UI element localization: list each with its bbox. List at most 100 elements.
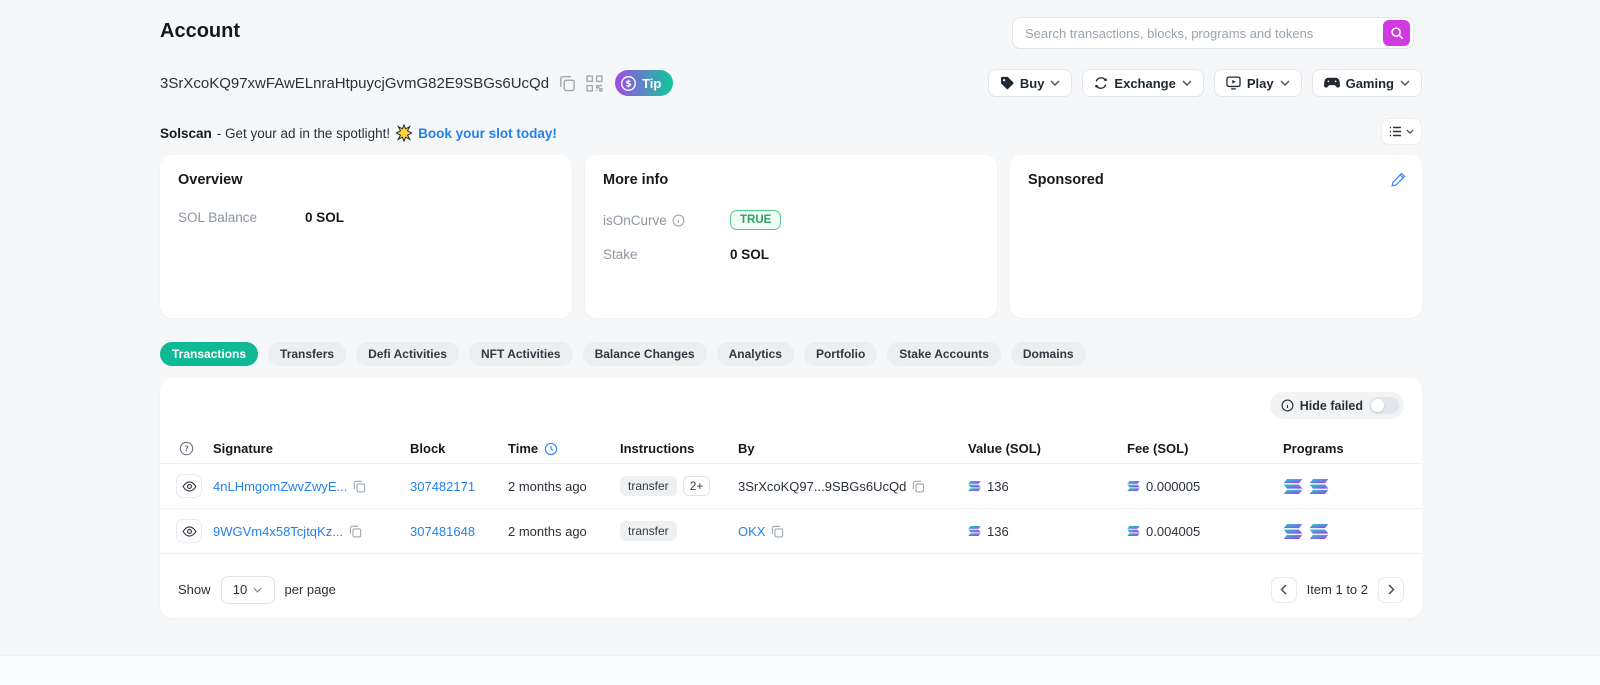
- more-info-title: More info: [603, 172, 979, 188]
- preview-eye-button[interactable]: [176, 519, 202, 543]
- edit-pencil-icon[interactable]: [1391, 172, 1406, 190]
- search-input[interactable]: [1013, 26, 1383, 41]
- isoncurve-label: isOnCurve: [603, 213, 667, 228]
- chevron-down-icon: [1050, 80, 1060, 86]
- tab-portfolio[interactable]: Portfolio: [804, 342, 877, 366]
- isoncurve-badge: TRUE: [730, 210, 781, 230]
- tab-transactions[interactable]: Transactions: [160, 342, 258, 366]
- block-link[interactable]: 307481648: [410, 524, 475, 539]
- qr-code-button[interactable]: [586, 75, 603, 92]
- by-address-link[interactable]: OKX: [738, 524, 765, 539]
- page-size-select[interactable]: 10: [221, 576, 275, 604]
- ad-banner: Solscan - Get your ad in the spotlight! …: [160, 124, 557, 142]
- ad-cta-link[interactable]: Book your slot today!: [418, 126, 557, 141]
- col-time[interactable]: Time: [508, 441, 620, 456]
- sol-balance-value: 0 SOL: [305, 210, 344, 225]
- instruction-badge: transfer: [620, 521, 677, 541]
- exchange-label: Exchange: [1114, 76, 1175, 91]
- signature-link[interactable]: 9WGVm4x58TcjtqKz...: [213, 524, 343, 539]
- search-button[interactable]: [1383, 20, 1410, 46]
- summary-cards: Overview SOL Balance 0 SOL More info isO…: [160, 155, 1422, 318]
- tab-transfers[interactable]: Transfers: [268, 342, 346, 366]
- exchange-arrows-icon: [1094, 76, 1108, 90]
- tab-analytics[interactable]: Analytics: [717, 342, 794, 366]
- ad-options-button[interactable]: [1381, 118, 1422, 145]
- tab-domains[interactable]: Domains: [1011, 342, 1086, 366]
- svg-text:$: $: [625, 79, 631, 89]
- col-programs: Programs: [1283, 441, 1422, 456]
- qr-code-icon: [586, 75, 603, 92]
- play-button[interactable]: Play: [1214, 69, 1302, 97]
- chevron-down-icon: [1400, 80, 1410, 86]
- gaming-button[interactable]: Gaming: [1312, 69, 1422, 97]
- preview-eye-button[interactable]: [176, 474, 202, 498]
- signature-link[interactable]: 4nLHmgomZwvZwyE...: [213, 479, 347, 494]
- more-info-card: More info isOnCurve TRUE Stake 0 SOL: [585, 155, 997, 318]
- copy-icon[interactable]: [349, 525, 362, 538]
- fee-amount: 0.000005: [1146, 479, 1200, 494]
- search-icon: [1390, 26, 1404, 40]
- col-value-sol: Value (SOL): [968, 441, 1127, 456]
- chevron-down-icon: [253, 587, 262, 593]
- question-icon: ?: [179, 441, 194, 456]
- svg-text:?: ?: [184, 444, 188, 453]
- instruction-more-badge[interactable]: 2+: [683, 476, 711, 496]
- sponsored-card: Sponsored: [1010, 155, 1422, 318]
- star-burst-icon: [395, 124, 413, 142]
- prev-page-button[interactable]: [1271, 577, 1297, 603]
- hide-failed-toggle[interactable]: [1369, 397, 1399, 414]
- solana-logo-icon: [968, 526, 981, 536]
- hide-failed-label: Hide failed: [1300, 399, 1363, 413]
- next-page-button[interactable]: [1378, 577, 1404, 603]
- table-row: 4nLHmgomZwvZwyE... 307482171 2 months ag…: [160, 464, 1422, 509]
- copy-icon[interactable]: [353, 480, 366, 493]
- tab-nft-activities[interactable]: NFT Activities: [469, 342, 573, 366]
- hide-failed-control[interactable]: Hide failed: [1270, 392, 1404, 419]
- copy-icon: [559, 75, 576, 92]
- copy-icon[interactable]: [771, 525, 784, 538]
- chevron-right-icon: [1388, 584, 1395, 595]
- list-options-icon: [1389, 126, 1402, 137]
- col-signature: Signature: [213, 441, 410, 456]
- col-by: By: [738, 441, 968, 456]
- account-tabs: Transactions Transfers Defi Activities N…: [160, 342, 1086, 366]
- time-cell: 2 months ago: [508, 479, 620, 494]
- tab-balance-changes[interactable]: Balance Changes: [583, 342, 707, 366]
- solana-logo-icon: [968, 481, 981, 491]
- game-controller-icon: [1324, 77, 1340, 89]
- play-label: Play: [1247, 76, 1274, 91]
- sol-balance-label: SOL Balance: [178, 210, 305, 225]
- solana-program-icon[interactable]: [1283, 479, 1303, 494]
- table-row: 9WGVm4x58TcjtqKz... 307481648 2 months a…: [160, 509, 1422, 554]
- table-header-row: ? Signature Block Time Instructions By V…: [160, 434, 1422, 464]
- tab-stake-accounts[interactable]: Stake Accounts: [887, 342, 1001, 366]
- chevron-down-icon: [1280, 80, 1290, 86]
- buy-button[interactable]: Buy: [988, 69, 1073, 97]
- price-tag-icon: [1000, 76, 1014, 90]
- fee-amount: 0.004005: [1146, 524, 1200, 539]
- exchange-button[interactable]: Exchange: [1082, 69, 1203, 97]
- page-content: Account 3SrXcoKQ97xwFAwELnraHtpuycjGvmG8…: [160, 0, 1422, 685]
- instruction-badge: transfer: [620, 476, 677, 496]
- search-bar: [1012, 17, 1414, 49]
- item-range-label: Item 1 to 2: [1307, 582, 1368, 597]
- copy-address-button[interactable]: [559, 75, 576, 92]
- tab-defi-activities[interactable]: Defi Activities: [356, 342, 459, 366]
- solana-program-icon[interactable]: [1283, 524, 1303, 539]
- solana-program-icon[interactable]: [1309, 479, 1329, 494]
- copy-icon[interactable]: [912, 480, 925, 493]
- solana-logo-icon: [1127, 526, 1140, 536]
- nav-buttons: Buy Exchange Play: [988, 69, 1422, 97]
- ad-text: - Get your ad in the spotlight!: [217, 126, 390, 141]
- page-title: Account: [160, 20, 240, 43]
- solana-program-icon[interactable]: [1309, 524, 1329, 539]
- tip-button[interactable]: $ Tip: [615, 70, 673, 96]
- by-address: 3SrXcoKQ97...9SBGs6UcQd: [738, 479, 906, 494]
- gaming-label: Gaming: [1346, 76, 1394, 91]
- chevron-down-icon: [1182, 80, 1192, 86]
- eye-icon: [182, 526, 197, 537]
- block-link[interactable]: 307482171: [410, 479, 475, 494]
- play-monitor-icon: [1226, 76, 1241, 90]
- overview-card: Overview SOL Balance 0 SOL: [160, 155, 572, 318]
- clock-icon: [544, 442, 558, 456]
